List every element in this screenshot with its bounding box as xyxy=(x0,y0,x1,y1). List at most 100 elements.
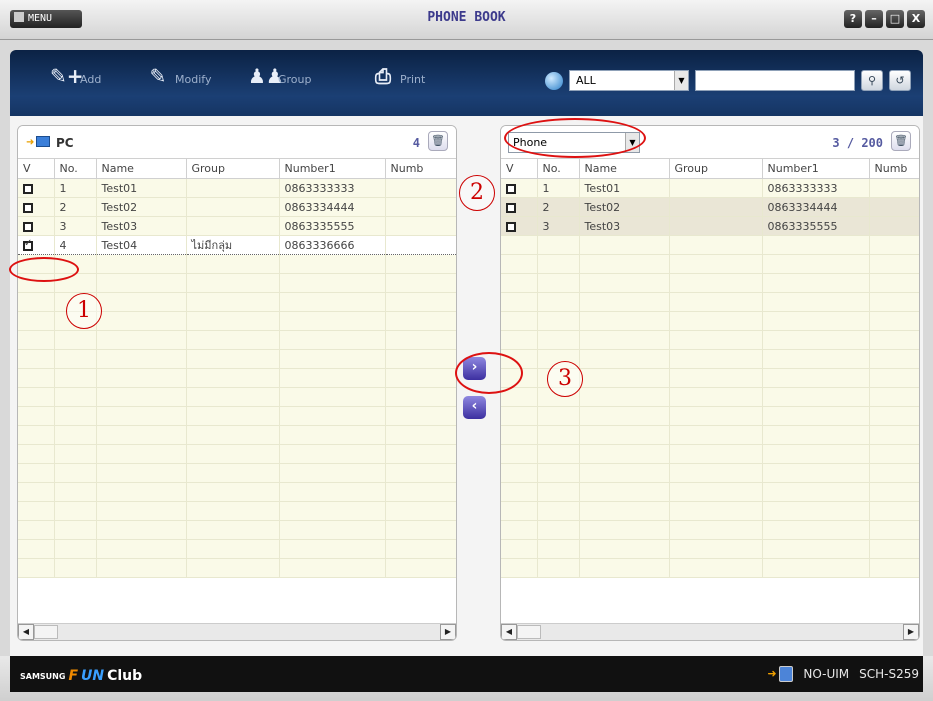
table-row[interactable] xyxy=(501,330,919,350)
table-row[interactable]: 1 Test01 0863333333 xyxy=(18,178,456,198)
column-header-v[interactable]: V xyxy=(18,158,55,179)
table-row[interactable] xyxy=(18,425,456,445)
empty-cell xyxy=(762,463,870,483)
pc-delete-button[interactable]: 🗑 xyxy=(428,131,448,151)
column-header-no[interactable]: No. xyxy=(54,158,97,179)
row-checkbox[interactable] xyxy=(18,197,55,217)
table-row[interactable] xyxy=(501,520,919,540)
column-header-number1[interactable]: Number1 xyxy=(762,158,870,179)
copy-to-pc-button[interactable]: ‹ xyxy=(463,396,486,419)
empty-cell xyxy=(579,520,670,540)
pc-horizontal-scrollbar[interactable]: ◀ ▶ xyxy=(18,623,456,640)
row-checkbox[interactable] xyxy=(501,197,538,217)
row-checkbox-box[interactable] xyxy=(506,202,516,213)
table-row[interactable] xyxy=(18,539,456,559)
row-checkbox-box[interactable] xyxy=(506,221,516,232)
scroll-thumb[interactable] xyxy=(517,625,541,639)
table-row[interactable] xyxy=(501,254,919,274)
refresh-button[interactable]: ↺ xyxy=(889,70,911,91)
table-row[interactable] xyxy=(18,520,456,540)
scroll-left-icon[interactable]: ◀ xyxy=(18,624,34,640)
row-checkbox[interactable] xyxy=(18,178,55,198)
table-row[interactable] xyxy=(501,292,919,312)
empty-cell xyxy=(385,482,456,502)
row-checkbox[interactable] xyxy=(18,216,55,236)
table-row[interactable] xyxy=(501,482,919,502)
table-row[interactable]: 2 Test02 0863334444 xyxy=(18,197,456,217)
table-row[interactable] xyxy=(501,311,919,331)
table-row[interactable]: 4Test04ไม่มีกลุ่ม0863336666 xyxy=(18,235,456,255)
column-header-no[interactable]: No. xyxy=(537,158,580,179)
empty-cell xyxy=(18,558,55,578)
empty-cell xyxy=(537,406,580,426)
scroll-thumb[interactable] xyxy=(34,625,58,639)
print-button[interactable]: ⎙ Print xyxy=(370,63,425,89)
table-row[interactable]: 1 Test01 0863333333 xyxy=(501,178,919,198)
row-checkbox-box[interactable] xyxy=(23,183,33,194)
table-row[interactable] xyxy=(501,444,919,464)
column-header-name[interactable]: Name xyxy=(96,158,187,179)
row-number: 2 xyxy=(537,197,580,217)
row-checkbox-box[interactable] xyxy=(23,221,33,232)
row-checkbox-box[interactable] xyxy=(23,238,33,251)
table-row[interactable] xyxy=(501,501,919,521)
table-row[interactable] xyxy=(18,349,456,369)
table-row[interactable] xyxy=(501,235,919,255)
table-row[interactable] xyxy=(18,368,456,388)
column-header-v[interactable]: V xyxy=(501,158,538,179)
empty-cell xyxy=(54,539,97,559)
scroll-right-icon[interactable]: ▶ xyxy=(903,624,919,640)
table-row[interactable] xyxy=(18,406,456,426)
close-button[interactable]: X xyxy=(907,10,925,28)
table-row[interactable] xyxy=(18,254,456,274)
table-row[interactable] xyxy=(18,501,456,521)
row-checkbox[interactable] xyxy=(18,235,55,255)
minimize-button[interactable]: – xyxy=(865,10,883,28)
table-row[interactable] xyxy=(501,539,919,559)
table-row[interactable] xyxy=(18,330,456,350)
help-button[interactable]: ? xyxy=(844,10,862,28)
table-row[interactable] xyxy=(18,558,456,578)
table-row[interactable] xyxy=(18,482,456,502)
group-button[interactable]: ♟♟ Group xyxy=(248,63,312,89)
empty-cell xyxy=(385,520,456,540)
search-area: ALL ▼ ⚲ ↺ xyxy=(545,70,911,91)
column-header-name[interactable]: Name xyxy=(579,158,670,179)
phone-horizontal-scrollbar[interactable]: ◀ ▶ xyxy=(501,623,919,640)
empty-cell xyxy=(579,501,670,521)
row-checkbox[interactable] xyxy=(501,216,538,236)
table-row[interactable] xyxy=(18,444,456,464)
column-header-group[interactable]: Group xyxy=(186,158,280,179)
row-checkbox-box[interactable] xyxy=(23,202,33,213)
add-button[interactable]: ✎+ Add xyxy=(50,63,101,89)
table-row[interactable]: 2 Test02 0863334444 xyxy=(501,197,919,217)
table-row[interactable]: 3 Test03 0863335555 xyxy=(501,216,919,236)
chevron-down-icon[interactable]: ▼ xyxy=(674,71,688,90)
table-row[interactable] xyxy=(501,425,919,445)
empty-cell xyxy=(96,539,187,559)
table-row[interactable] xyxy=(18,387,456,407)
search-go-button[interactable]: ⚲ xyxy=(861,70,883,91)
column-header-number2[interactable]: Numb xyxy=(385,158,456,179)
column-header-number2[interactable]: Numb xyxy=(869,158,919,179)
modify-button[interactable]: ✎ Modify xyxy=(145,63,212,89)
empty-cell xyxy=(501,558,538,578)
table-row[interactable] xyxy=(18,273,456,293)
row-checkbox-box[interactable] xyxy=(506,183,516,194)
phone-delete-button[interactable]: 🗑 xyxy=(891,131,911,151)
column-header-group[interactable]: Group xyxy=(669,158,763,179)
table-row[interactable] xyxy=(18,463,456,483)
search-filter-select[interactable]: ALL ▼ xyxy=(569,70,689,91)
search-input[interactable] xyxy=(695,70,855,91)
scroll-left-icon[interactable]: ◀ xyxy=(501,624,517,640)
table-row[interactable]: 3 Test03 0863335555 xyxy=(18,216,456,236)
table-row[interactable] xyxy=(501,558,919,578)
row-checkbox[interactable] xyxy=(501,178,538,198)
empty-cell xyxy=(537,254,580,274)
table-row[interactable] xyxy=(501,406,919,426)
scroll-right-icon[interactable]: ▶ xyxy=(440,624,456,640)
table-row[interactable] xyxy=(501,463,919,483)
column-header-number1[interactable]: Number1 xyxy=(279,158,386,179)
table-row[interactable] xyxy=(501,273,919,293)
maximize-button[interactable]: □ xyxy=(886,10,904,28)
